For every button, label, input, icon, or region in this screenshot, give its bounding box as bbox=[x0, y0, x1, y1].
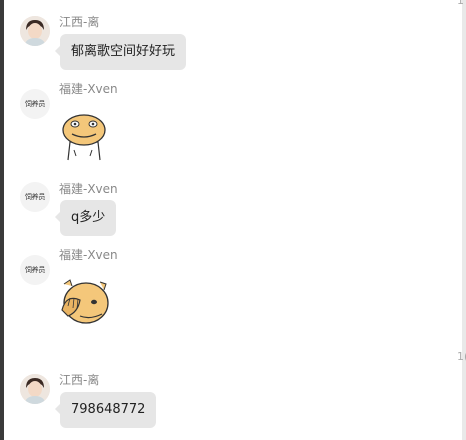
timestamp: 1 bbox=[457, 0, 464, 7]
avatar-label: 饲养员 bbox=[24, 100, 46, 108]
cartoon-face-sticker-icon[interactable] bbox=[58, 110, 110, 162]
user-avatar[interactable] bbox=[20, 374, 50, 404]
person-photo-avatar-icon bbox=[20, 374, 50, 404]
message-bubble[interactable]: q多少 bbox=[54, 200, 117, 236]
window-left-edge bbox=[0, 0, 4, 440]
sender-name: 福建-Xven bbox=[59, 182, 118, 196]
user-avatar[interactable] bbox=[20, 16, 50, 46]
sender-name: 福建-Xven bbox=[59, 248, 118, 262]
user-avatar[interactable]: 饲养员 bbox=[20, 89, 50, 119]
sender-name: 江西-离 bbox=[59, 373, 100, 387]
message-bubble[interactable]: 798648772 bbox=[54, 392, 157, 428]
user-avatar[interactable]: 饲养员 bbox=[20, 255, 50, 285]
scrollbar-track[interactable] bbox=[462, 0, 466, 440]
sender-name: 福建-Xven bbox=[59, 82, 118, 96]
cartoon-cover-face-sticker-icon[interactable] bbox=[58, 276, 110, 328]
avatar-label: 饲养员 bbox=[24, 193, 46, 201]
user-avatar[interactable]: 饲养员 bbox=[20, 182, 50, 212]
timestamp: 1( bbox=[457, 350, 466, 363]
avatar-label: 饲养员 bbox=[24, 266, 46, 274]
sender-name: 江西-离 bbox=[59, 15, 100, 29]
person-photo-avatar-icon bbox=[20, 16, 50, 46]
message-bubble[interactable]: 郁离歌空间好好玩 bbox=[54, 34, 187, 70]
